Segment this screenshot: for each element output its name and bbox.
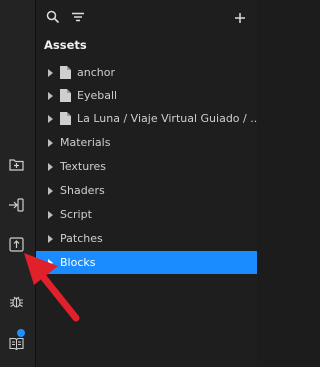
asset-folder-blocks[interactable]: Blocks bbox=[36, 251, 257, 274]
bug-icon[interactable] bbox=[5, 290, 27, 312]
search-icon[interactable] bbox=[46, 9, 62, 25]
expand-caret-icon[interactable] bbox=[48, 234, 53, 243]
asset-label: Materials bbox=[60, 136, 111, 149]
asset-label: La Luna / Viaje Virtual Guiado / ... bbox=[77, 112, 257, 125]
panel-toolbar bbox=[36, 0, 257, 34]
asset-label: Blocks bbox=[60, 256, 96, 269]
asset-folder-materials[interactable]: Materials bbox=[36, 131, 257, 154]
left-toolbar bbox=[0, 0, 36, 367]
asset-folder-textures[interactable]: Textures bbox=[36, 155, 257, 178]
expand-caret-icon[interactable] bbox=[48, 162, 53, 171]
asset-item-anchor[interactable]: anchor bbox=[36, 61, 257, 84]
file-icon bbox=[60, 66, 71, 79]
expand-caret-icon[interactable] bbox=[48, 258, 53, 267]
file-icon bbox=[60, 89, 71, 102]
asset-item-eyeball[interactable]: Eyeball bbox=[36, 84, 257, 107]
asset-label: anchor bbox=[77, 66, 115, 79]
asset-label: Shaders bbox=[60, 184, 105, 197]
plus-icon[interactable] bbox=[234, 9, 250, 25]
file-icon bbox=[60, 112, 71, 125]
asset-folder-shaders[interactable]: Shaders bbox=[36, 179, 257, 202]
notification-dot bbox=[17, 329, 25, 337]
assets-section-title: Assets bbox=[44, 38, 87, 52]
add-folder-icon[interactable] bbox=[5, 153, 27, 175]
expand-caret-icon[interactable] bbox=[48, 91, 53, 100]
asset-folder-patches[interactable]: Patches bbox=[36, 227, 257, 250]
assets-panel: Assets anchor Eyeball La Luna / Viaje Vi… bbox=[36, 0, 257, 367]
asset-label: Eyeball bbox=[77, 89, 118, 102]
expand-caret-icon[interactable] bbox=[48, 138, 53, 147]
filter-icon[interactable] bbox=[71, 9, 87, 25]
asset-label: Script bbox=[60, 208, 92, 221]
asset-label: Patches bbox=[60, 232, 103, 245]
expand-caret-icon[interactable] bbox=[48, 68, 53, 77]
expand-caret-icon[interactable] bbox=[48, 114, 53, 123]
asset-item-la-luna[interactable]: La Luna / Viaje Virtual Guiado / ... bbox=[36, 107, 257, 130]
import-icon[interactable] bbox=[5, 194, 27, 216]
expand-caret-icon[interactable] bbox=[48, 210, 53, 219]
asset-folder-script[interactable]: Script bbox=[36, 203, 257, 226]
export-icon[interactable] bbox=[5, 233, 27, 255]
expand-caret-icon[interactable] bbox=[48, 186, 53, 195]
asset-label: Textures bbox=[60, 160, 106, 173]
